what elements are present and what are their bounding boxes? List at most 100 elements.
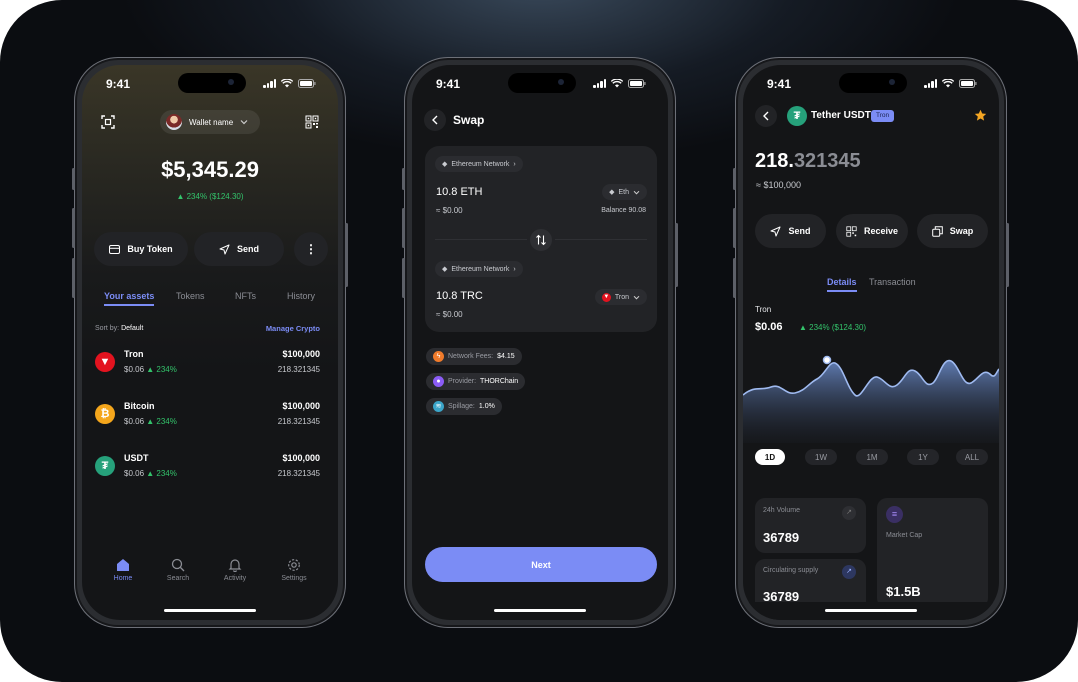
wifi-icon bbox=[611, 79, 623, 88]
asset-amount: 218.321345 bbox=[277, 469, 320, 478]
signal-icon bbox=[924, 79, 937, 88]
send-label: Send bbox=[788, 226, 811, 236]
to-network-selector[interactable]: ◆ Ethereum Network › bbox=[435, 261, 523, 277]
tab-history[interactable]: History bbox=[287, 291, 315, 301]
to-token-label: Tron bbox=[614, 293, 629, 301]
page-title: Swap bbox=[453, 113, 485, 127]
bell-icon bbox=[228, 559, 242, 572]
range-all[interactable]: ALL bbox=[956, 449, 988, 465]
tab-tokens[interactable]: Tokens bbox=[176, 291, 205, 301]
ethereum-icon: ◆ bbox=[442, 161, 448, 168]
range-1d[interactable]: 1D bbox=[755, 449, 785, 465]
wifi-icon bbox=[281, 79, 293, 88]
receive-button[interactable]: Receive bbox=[836, 214, 908, 248]
nav-settings[interactable]: Settings bbox=[274, 558, 314, 582]
user-icon: ● bbox=[433, 376, 444, 387]
home-screen: 9:41 Wallet name $5,345.29 ▲ 234% ($124.… bbox=[82, 65, 338, 620]
from-network-selector[interactable]: ◆ Ethereum Network › bbox=[435, 156, 523, 172]
tether-icon: ₮ bbox=[95, 456, 115, 476]
from-network-label: Ethereum Network bbox=[451, 160, 510, 168]
to-token-selector[interactable]: ▼ Tron bbox=[594, 289, 647, 305]
network-badge: Tron bbox=[871, 110, 895, 122]
asset-price-row: $0.06 ▲ 234% bbox=[124, 365, 177, 374]
nav-home[interactable]: Home bbox=[103, 558, 143, 582]
token-title: Tether USDT bbox=[811, 110, 871, 121]
next-button[interactable]: Next bbox=[425, 547, 657, 582]
supply-label: Circulating supply bbox=[763, 567, 819, 574]
asset-name: Bitcoin bbox=[124, 401, 155, 411]
send-button[interactable]: Send bbox=[194, 232, 284, 266]
manage-crypto-link[interactable]: Manage Crypto bbox=[266, 324, 320, 333]
asset-change-value: 234% bbox=[156, 365, 177, 374]
swap-direction-button[interactable] bbox=[527, 226, 555, 254]
receive-label: Receive bbox=[863, 226, 899, 236]
tab-details[interactable]: Details bbox=[827, 277, 857, 292]
chevron-left-icon bbox=[432, 115, 438, 125]
buy-token-button[interactable]: Buy Token bbox=[94, 232, 188, 266]
asset-name: USDT bbox=[124, 453, 149, 463]
chevron-down-icon bbox=[633, 190, 640, 194]
tab-your-assets[interactable]: Your assets bbox=[104, 291, 155, 306]
market-cap-card: ≡ Market Cap $1.5B bbox=[877, 498, 988, 608]
from-amount[interactable]: 10.8 ETH bbox=[436, 186, 482, 198]
send-button[interactable]: Send bbox=[755, 214, 826, 248]
wallet-selector[interactable]: Wallet name bbox=[160, 110, 260, 134]
asset-price-row: $0.06 ▲ 234% bbox=[124, 417, 177, 426]
status-time: 9:41 bbox=[106, 77, 131, 91]
more-button[interactable]: ⋮ bbox=[294, 232, 328, 266]
avatar bbox=[166, 114, 182, 130]
network-fees-chip: ϟ Network Fees: $4.15 bbox=[426, 348, 522, 365]
chart-change: ▲ 234% ($124.30) bbox=[799, 323, 866, 332]
chart-marker bbox=[822, 355, 832, 365]
to-amount[interactable]: 10.8 TRC bbox=[436, 290, 483, 302]
sort-control[interactable]: Sort by: Default bbox=[95, 325, 143, 332]
token-amount-frac: 321345 bbox=[793, 150, 861, 172]
price-chart[interactable] bbox=[743, 343, 999, 443]
nav-activity[interactable]: Activity bbox=[215, 558, 255, 582]
token-amount: 218.321345 bbox=[755, 150, 861, 173]
asset-change-value: 234% bbox=[156, 469, 177, 478]
chart-label: Tron bbox=[755, 305, 772, 314]
sort-value: Default bbox=[121, 325, 144, 332]
asset-name: Tron bbox=[124, 349, 144, 359]
chevron-right-icon: › bbox=[513, 160, 516, 168]
range-1m[interactable]: 1M bbox=[856, 449, 888, 465]
tab-transaction[interactable]: Transaction bbox=[869, 277, 916, 287]
battery-icon bbox=[298, 79, 316, 88]
market-cap-label: Market Cap bbox=[886, 532, 923, 539]
star-icon[interactable] bbox=[974, 109, 987, 122]
battery-icon bbox=[959, 79, 977, 88]
back-button[interactable] bbox=[424, 109, 446, 131]
home-indicator bbox=[164, 609, 256, 612]
from-token-selector[interactable]: ◆ Eth bbox=[602, 184, 647, 200]
signal-icon bbox=[263, 79, 276, 88]
range-1w[interactable]: 1W bbox=[805, 449, 837, 465]
ethereum-icon: ◆ bbox=[609, 189, 615, 196]
spillage-label: Spillage: bbox=[448, 403, 475, 410]
to-network-label: Ethereum Network bbox=[451, 265, 510, 273]
qr-code-icon bbox=[846, 225, 857, 237]
status-bar: 9:41 bbox=[743, 77, 999, 93]
asset-value: $100,000 bbox=[282, 453, 320, 463]
range-1y[interactable]: 1Y bbox=[907, 449, 939, 465]
balance-change-value: 234% ($124.30) bbox=[186, 192, 244, 201]
ethereum-icon: ◆ bbox=[442, 266, 448, 273]
nav-search[interactable]: Search bbox=[158, 558, 198, 582]
swap-button[interactable]: Swap bbox=[917, 214, 988, 248]
asset-change: ▲ 234% bbox=[146, 469, 177, 478]
scan-icon[interactable] bbox=[101, 115, 115, 129]
back-button[interactable] bbox=[755, 105, 777, 127]
spillage-chip: ≋ Spillage: 1.0% bbox=[426, 398, 502, 415]
volume-label: 24h Volume bbox=[763, 507, 800, 514]
asset-price: $0.06 bbox=[124, 469, 145, 478]
home-indicator bbox=[494, 609, 586, 612]
swap-label: Swap bbox=[949, 226, 974, 236]
to-fiat: ≈ $0.00 bbox=[436, 310, 463, 319]
detail-screen: 9:41 ₮ Tether USDT Tron 218.321345 ≈ $10… bbox=[743, 65, 999, 620]
chart-icon: ↗ bbox=[842, 506, 856, 520]
asset-change: ▲ 234% bbox=[146, 365, 177, 374]
qr-code-icon[interactable] bbox=[305, 115, 319, 129]
asset-price: $0.06 bbox=[124, 365, 145, 374]
chevron-down-icon bbox=[240, 120, 248, 125]
tab-nfts[interactable]: NFTs bbox=[235, 291, 256, 301]
